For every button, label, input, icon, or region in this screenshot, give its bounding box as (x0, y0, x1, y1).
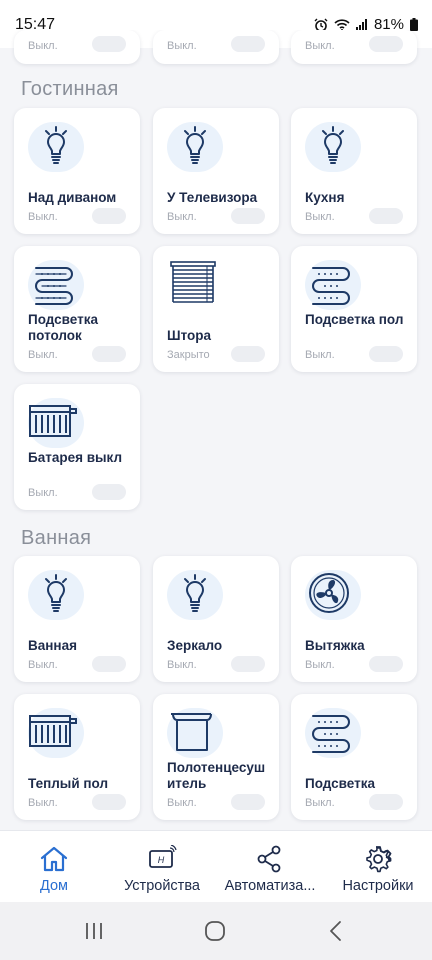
recent-apps-icon[interactable] (84, 920, 104, 942)
device-state: Выкл. (167, 40, 197, 52)
device-toggle[interactable] (92, 484, 126, 500)
system-nav-bar (0, 902, 432, 960)
device-toggle[interactable] (369, 36, 403, 52)
device-name: Ванная (28, 638, 77, 653)
device-state: Выкл. (305, 659, 335, 671)
device-state: Закрыто (167, 349, 210, 361)
radiator-icon (28, 398, 84, 448)
led-strip-icon (305, 260, 361, 310)
device-card[interactable]: Выкл. (291, 30, 417, 64)
nav-devices[interactable]: H Устройства (108, 831, 216, 903)
device-toggle[interactable] (369, 656, 403, 672)
nav-automation[interactable]: Автоматиза... (216, 831, 324, 903)
device-card-kukhnya[interactable]: Кухня Выкл. (291, 108, 417, 234)
device-state: Выкл. (305, 211, 335, 223)
device-name: Зеркало (167, 638, 223, 653)
bottom-nav: Дом H Устройства Автоматиза... Настройки (0, 830, 432, 903)
device-card-nad-divanom[interactable]: Над диваном Выкл. (14, 108, 140, 234)
device-name: Вытяжка (305, 638, 365, 653)
device-card-zerkalo[interactable]: Зеркало Выкл. (153, 556, 279, 682)
device-toggle[interactable] (231, 656, 265, 672)
led-strip-icon (305, 708, 361, 758)
device-state: Выкл. (305, 349, 335, 361)
radiator-icon (28, 708, 84, 758)
device-name: Подсветка (305, 776, 375, 791)
device-toggle[interactable] (231, 794, 265, 810)
bulb-icon (28, 570, 84, 620)
towel-rail-icon (167, 708, 223, 758)
signal-icon (355, 18, 367, 31)
device-toggle[interactable] (231, 208, 265, 224)
device-state: Выкл. (167, 659, 197, 671)
device-name: Полотенцесушитель (167, 760, 266, 791)
nav-label: Автоматиза... (224, 878, 316, 894)
fan-icon (305, 570, 361, 620)
bulb-icon (167, 122, 223, 172)
device-state: Выкл. (28, 349, 58, 361)
device-toggle[interactable] (231, 36, 265, 52)
section-title-bathroom: Ванная (21, 527, 92, 549)
device-card-vannaya[interactable]: Ванная Выкл. (14, 556, 140, 682)
device-name: Штора (167, 328, 212, 343)
device-state: Выкл. (167, 211, 197, 223)
nav-label: Дом (39, 878, 69, 894)
device-toggle[interactable] (369, 346, 403, 362)
blinds-icon (167, 260, 223, 310)
device-card-polotentsesushitel[interactable]: Полотенцесушитель Выкл. (153, 694, 279, 820)
bulb-icon (305, 122, 361, 172)
section-title-living-room: Гостинная (21, 78, 119, 100)
device-name: Над диваном (28, 190, 117, 205)
share-icon (257, 845, 281, 873)
device-name: Кухня (305, 190, 345, 205)
device-card[interactable]: Выкл. (153, 30, 279, 64)
device-card-podsvetka[interactable]: Подсветка Выкл. (291, 694, 417, 820)
back-icon[interactable] (328, 920, 344, 942)
device-state: Выкл. (28, 487, 58, 499)
device-toggle[interactable] (231, 346, 265, 362)
led-strip-icon (28, 260, 84, 310)
device-card-podsvetka-pol[interactable]: Подсветка пол Выкл. (291, 246, 417, 372)
device-toggle[interactable] (92, 794, 126, 810)
device-state: Выкл. (28, 797, 58, 809)
device-state: Выкл. (28, 659, 58, 671)
home-button-icon[interactable] (204, 920, 226, 942)
bulb-icon (167, 570, 223, 620)
device-name: Подсветка потолок (28, 312, 98, 343)
device-name: Теплый пол (28, 776, 109, 791)
device-card-podsvetka-potolok[interactable]: Подсветка потолок Выкл. (14, 246, 140, 372)
device-icon: H (149, 845, 177, 868)
device-toggle[interactable] (92, 208, 126, 224)
nav-home[interactable]: Дом (0, 831, 108, 903)
device-name: У Телевизора (167, 190, 258, 205)
bulb-icon (28, 122, 84, 172)
home-icon (40, 846, 68, 872)
device-toggle[interactable] (369, 208, 403, 224)
device-toggle[interactable] (92, 656, 126, 672)
nav-label: Настройки (342, 878, 414, 894)
device-name: Батарея выкл (28, 450, 123, 465)
svg-text:H: H (158, 855, 165, 865)
device-card-vytyazhka[interactable]: Вытяжка Выкл. (291, 556, 417, 682)
device-card-u-televizora[interactable]: У Телевизора Выкл. (153, 108, 279, 234)
device-state: Выкл. (167, 797, 197, 809)
rooms-scroll[interactable]: Выкл. Выкл. Выкл. Гостинная Над диваном … (0, 30, 432, 830)
device-state: Выкл. (28, 211, 58, 223)
device-state: Выкл. (305, 797, 335, 809)
gear-icon (366, 846, 392, 873)
device-toggle[interactable] (92, 36, 126, 52)
device-card-batareya[interactable]: Батарея выкл Выкл. (14, 384, 140, 510)
device-state: Выкл. (28, 40, 58, 52)
device-toggle[interactable] (369, 794, 403, 810)
device-card-teplyy-pol[interactable]: Теплый пол Выкл. (14, 694, 140, 820)
device-toggle[interactable] (92, 346, 126, 362)
device-card[interactable]: Выкл. (14, 30, 140, 64)
device-name: Подсветка пол (305, 312, 404, 327)
nav-settings[interactable]: Настройки (324, 831, 432, 903)
device-card-shtora[interactable]: Штора Закрыто (153, 246, 279, 372)
device-state: Выкл. (305, 40, 335, 52)
nav-label: Устройства (124, 878, 200, 894)
